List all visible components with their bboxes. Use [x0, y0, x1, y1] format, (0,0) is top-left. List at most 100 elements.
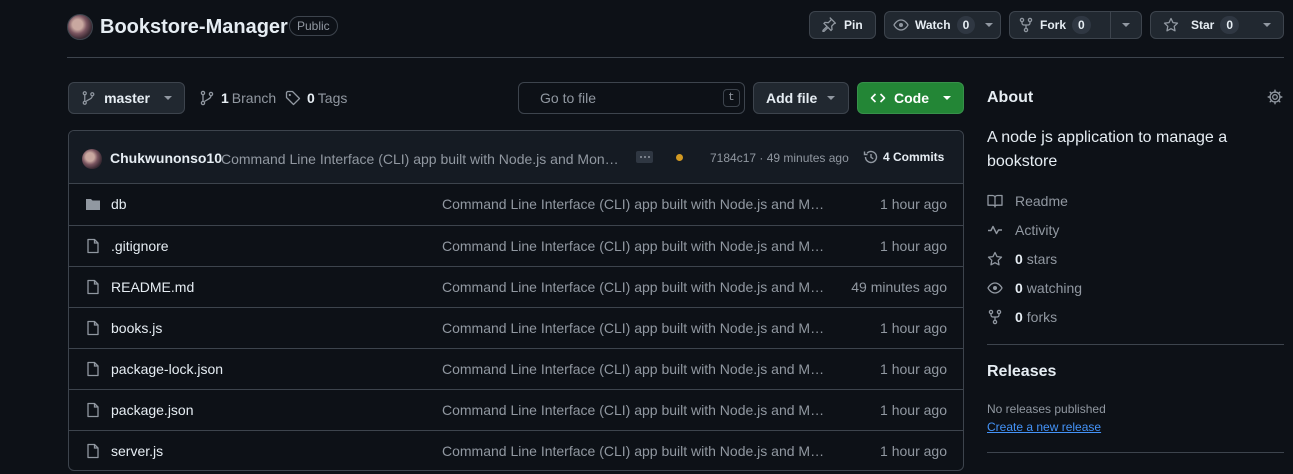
code-icon	[870, 93, 886, 103]
branch-icon	[200, 90, 214, 106]
file-icon	[87, 279, 99, 295]
repo-name[interactable]: Bookstore-Manager	[100, 14, 288, 40]
watch-button[interactable]: Watch 0	[884, 11, 1001, 39]
chevron-down-icon	[1122, 23, 1130, 27]
file-icon	[87, 443, 99, 459]
table-row[interactable]: db Command Line Interface (CLI) app buil…	[69, 184, 963, 225]
table-row[interactable]: package-lock.json Command Line Interface…	[69, 348, 963, 389]
file-icon	[87, 402, 99, 418]
activity-link[interactable]: Activity	[987, 220, 1059, 240]
file-name[interactable]: db	[111, 196, 127, 212]
watch-count: 0	[956, 16, 976, 34]
commit-hash-time[interactable]: 7184c17 · 49 minutes ago	[710, 151, 849, 165]
branches-label: Branch	[231, 90, 277, 106]
fork-icon	[1019, 17, 1033, 33]
stars-count: 0	[1015, 251, 1023, 267]
file-name[interactable]: server.js	[111, 443, 163, 459]
table-row[interactable]: README.md Command Line Interface (CLI) a…	[69, 266, 963, 307]
commits-history-link[interactable]: 4 Commits	[863, 149, 944, 165]
fork-icon	[988, 309, 1002, 325]
commit-message[interactable]: Command Line Interface (CLI) app built w…	[221, 151, 624, 167]
fork-button-group: Fork 0	[1009, 11, 1142, 39]
file-name[interactable]: README.md	[111, 279, 194, 295]
file-commit-time: 1 hour ago	[880, 196, 947, 212]
add-file-button[interactable]: Add file	[753, 82, 849, 114]
table-row[interactable]: server.js Command Line Interface (CLI) a…	[69, 430, 963, 470]
file-commit-message[interactable]: Command Line Interface (CLI) app built w…	[442, 279, 828, 295]
file-commit-message[interactable]: Command Line Interface (CLI) app built w…	[442, 320, 828, 336]
commit-author[interactable]: Chukwunonso10	[110, 150, 222, 166]
readme-link[interactable]: Readme	[987, 191, 1068, 211]
tags-count: 0	[307, 90, 315, 106]
file-name[interactable]: package.json	[111, 402, 194, 418]
sidebar-divider	[987, 344, 1284, 345]
commit-status-icon[interactable]	[676, 154, 683, 161]
go-to-file-search[interactable]: t	[518, 82, 745, 114]
go-to-file-input[interactable]	[538, 89, 723, 107]
eye-icon	[987, 282, 1003, 294]
watch-label: Watch	[915, 18, 951, 32]
file-name[interactable]: package-lock.json	[111, 361, 223, 377]
file-commit-message[interactable]: Command Line Interface (CLI) app built w…	[442, 402, 828, 418]
fork-button[interactable]: Fork 0	[1010, 12, 1110, 38]
code-button[interactable]: Code	[857, 82, 964, 114]
chevron-down-icon	[985, 23, 994, 27]
file-name[interactable]: books.js	[111, 320, 162, 336]
star-label: Star	[1191, 18, 1215, 32]
eye-icon	[893, 19, 909, 31]
file-commit-message[interactable]: Command Line Interface (CLI) app built w…	[442, 196, 828, 212]
fork-count: 0	[1072, 16, 1091, 34]
create-release-link[interactable]: Create a new release	[987, 420, 1101, 434]
forks-link[interactable]: 0 forks	[987, 307, 1057, 327]
star-button-group: Star 0	[1150, 11, 1284, 39]
stars-label: stars	[1026, 251, 1058, 267]
pin-button[interactable]: Pin	[809, 11, 876, 39]
activity-label: Activity	[1015, 222, 1060, 238]
table-row[interactable]: .gitignore Command Line Interface (CLI) …	[69, 225, 963, 266]
forks-label: forks	[1026, 309, 1058, 325]
keyboard-shortcut-hint: t	[723, 89, 740, 107]
gear-icon[interactable]	[1267, 89, 1283, 105]
branch-selector[interactable]: master	[68, 82, 185, 114]
repo-owner-avatar[interactable]	[67, 14, 93, 40]
header-divider	[67, 57, 1284, 58]
tags-label: Tags	[317, 90, 348, 106]
star-icon	[987, 251, 1003, 266]
file-commit-message[interactable]: Command Line Interface (CLI) app built w…	[442, 238, 828, 254]
watching-link[interactable]: 0 watching	[987, 278, 1082, 298]
file-commit-time: 1 hour ago	[880, 238, 947, 254]
pin-icon	[822, 17, 836, 33]
star-count: 0	[1220, 16, 1240, 34]
branches-link[interactable]: 1 Branch	[199, 82, 276, 114]
branches-count: 1	[221, 90, 229, 106]
table-row[interactable]: package.json Command Line Interface (CLI…	[69, 389, 963, 430]
fork-dropdown-button[interactable]	[1111, 12, 1141, 38]
file-icon	[87, 238, 99, 254]
avatar[interactable]	[82, 149, 102, 169]
about-title: About	[987, 89, 1034, 106]
file-name[interactable]: .gitignore	[111, 238, 169, 254]
tags-link[interactable]: 0 Tags	[285, 82, 347, 114]
no-releases-text: No releases published	[987, 402, 1106, 416]
file-commit-time: 1 hour ago	[880, 443, 947, 459]
star-dropdown-button[interactable]	[1251, 12, 1283, 38]
expand-commit-message-button[interactable]	[636, 151, 653, 163]
file-commit-message[interactable]: Command Line Interface (CLI) app built w…	[442, 361, 828, 377]
sidebar-divider	[987, 452, 1284, 453]
pin-label: Pin	[844, 18, 863, 32]
branch-name: master	[104, 90, 150, 106]
chevron-down-icon	[943, 96, 951, 100]
repo-description: A node js application to manage a bookst…	[987, 129, 1228, 170]
stars-link[interactable]: 0 stars	[987, 249, 1057, 269]
visibility-badge: Public	[289, 16, 338, 36]
file-table: Chukwunonso10 Command Line Interface (CL…	[68, 130, 964, 471]
chevron-down-icon	[827, 96, 836, 100]
table-row[interactable]: books.js Command Line Interface (CLI) ap…	[69, 307, 963, 348]
file-commit-time: 49 minutes ago	[851, 279, 947, 295]
tag-icon	[285, 90, 301, 106]
star-button[interactable]: Star 0	[1151, 12, 1251, 38]
chevron-down-icon	[164, 96, 172, 100]
pulse-icon	[988, 225, 1002, 235]
releases-title[interactable]: Releases	[987, 363, 1056, 381]
file-commit-message[interactable]: Command Line Interface (CLI) app built w…	[442, 443, 828, 459]
